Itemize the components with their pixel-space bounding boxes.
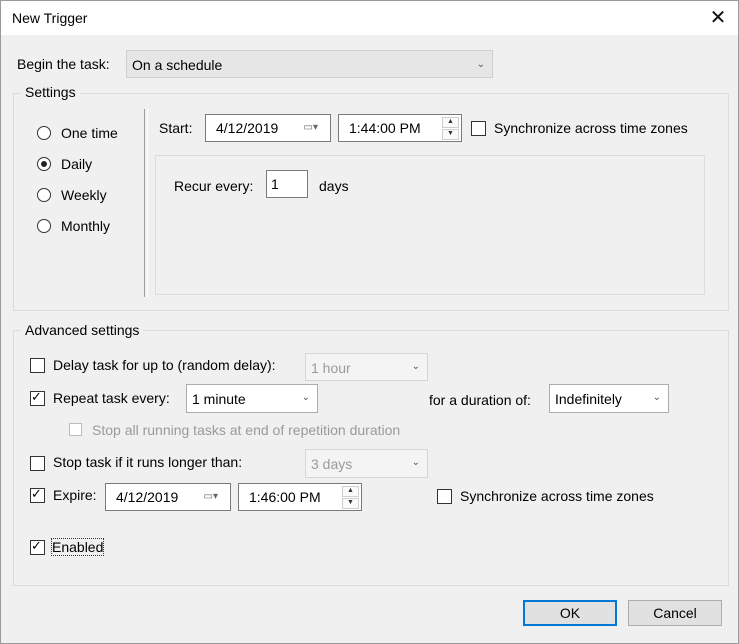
begin-task-select[interactable]: On a schedule ⌄	[126, 50, 493, 78]
start-time-input[interactable]: 1:44:00 PM ▲ ▼	[338, 114, 462, 142]
new-trigger-dialog: New Trigger ✕ Begin the task: On a sched…	[0, 0, 739, 644]
title-bar: New Trigger ✕	[1, 1, 738, 35]
dialog-title: New Trigger	[12, 10, 88, 26]
stop-task-longer-value: 3 days	[311, 456, 353, 472]
settings-divider	[144, 109, 148, 297]
checkmark-icon: ✓	[31, 389, 42, 404]
chevron-down-icon: ⌄	[652, 392, 661, 403]
radio-one-time[interactable]	[37, 126, 51, 140]
expire-time-input[interactable]: 1:46:00 PM ▲ ▼	[238, 483, 362, 511]
recur-unit: days	[319, 178, 349, 194]
radio-one-time-label: One time	[61, 125, 118, 141]
chevron-down-icon: ⌄	[301, 392, 310, 403]
chevron-down-icon: ⌄	[476, 59, 485, 70]
expire-time-value: 1:46:00 PM	[249, 489, 321, 505]
duration-value: Indefinitely	[555, 391, 622, 407]
expire-sync-label: Synchronize across time zones	[460, 488, 654, 504]
start-time-value: 1:44:00 PM	[349, 120, 421, 136]
calendar-icon[interactable]: ▭▾	[304, 122, 318, 133]
expire-date-picker[interactable]: 4/12/2019 ▭▾	[105, 483, 231, 511]
radio-daily[interactable]	[37, 157, 51, 171]
spin-arrows-icon[interactable]: ▲ ▼	[342, 486, 359, 509]
recur-panel	[155, 155, 705, 295]
begin-task-value: On a schedule	[132, 57, 223, 73]
stop-task-longer-checkbox[interactable]	[30, 456, 45, 471]
cancel-button[interactable]: Cancel	[628, 600, 722, 626]
close-icon[interactable]: ✕	[708, 8, 728, 28]
stop-all-tasks-label: Stop all running tasks at end of repetit…	[92, 422, 401, 438]
spin-arrows-icon[interactable]: ▲ ▼	[442, 117, 459, 140]
duration-select[interactable]: Indefinitely ⌄	[549, 384, 669, 413]
delay-select[interactable]: 1 hour ⌄	[305, 353, 428, 381]
begin-task-label: Begin the task:	[17, 56, 110, 72]
start-label: Start:	[159, 120, 193, 136]
repeat-task-checkbox[interactable]: ✓	[30, 389, 45, 406]
ok-button[interactable]: OK	[523, 600, 617, 626]
stop-task-longer-select[interactable]: 3 days ⌄	[305, 449, 428, 478]
recur-value: 1	[271, 176, 279, 192]
radio-weekly[interactable]	[37, 188, 51, 202]
chevron-down-icon: ⌄	[411, 457, 420, 468]
expire-sync-checkbox[interactable]	[437, 489, 452, 504]
checkmark-icon: ✓	[31, 538, 42, 553]
chevron-down-icon: ⌄	[411, 361, 420, 372]
recur-label: Recur every:	[174, 178, 254, 194]
expire-label: Expire:	[53, 487, 97, 503]
checkmark-icon: ✓	[31, 486, 42, 501]
enabled-checkbox[interactable]: ✓	[30, 538, 45, 555]
sync-time-zones-label: Synchronize across time zones	[494, 120, 688, 136]
expire-checkbox[interactable]: ✓	[30, 486, 45, 503]
settings-legend: Settings	[21, 84, 80, 100]
start-date-value: 4/12/2019	[216, 120, 279, 136]
delay-task-label: Delay task for up to (random delay):	[53, 357, 276, 373]
enabled-label: Enabled	[50, 538, 105, 556]
recur-input[interactable]: 1	[266, 170, 308, 198]
expire-date-value: 4/12/2019	[116, 489, 179, 505]
radio-weekly-label: Weekly	[61, 187, 107, 203]
delay-value: 1 hour	[311, 360, 351, 376]
radio-monthly-label: Monthly	[61, 218, 111, 234]
duration-label: for a duration of:	[429, 392, 531, 408]
repeat-interval-select[interactable]: 1 minute ⌄	[186, 384, 318, 413]
repeat-interval-value: 1 minute	[192, 391, 246, 407]
stop-task-longer-label: Stop task if it runs longer than:	[53, 454, 243, 470]
start-date-picker[interactable]: 4/12/2019 ▭▾	[205, 114, 331, 142]
stop-all-tasks-checkbox[interactable]	[69, 423, 82, 436]
radio-daily-label: Daily	[61, 156, 93, 172]
radio-monthly[interactable]	[37, 219, 51, 233]
delay-task-checkbox[interactable]	[30, 358, 45, 373]
advanced-settings-legend: Advanced settings	[21, 322, 144, 338]
repeat-task-label: Repeat task every:	[53, 390, 170, 406]
calendar-icon[interactable]: ▭▾	[204, 491, 218, 502]
sync-time-zones-checkbox[interactable]	[471, 121, 486, 136]
